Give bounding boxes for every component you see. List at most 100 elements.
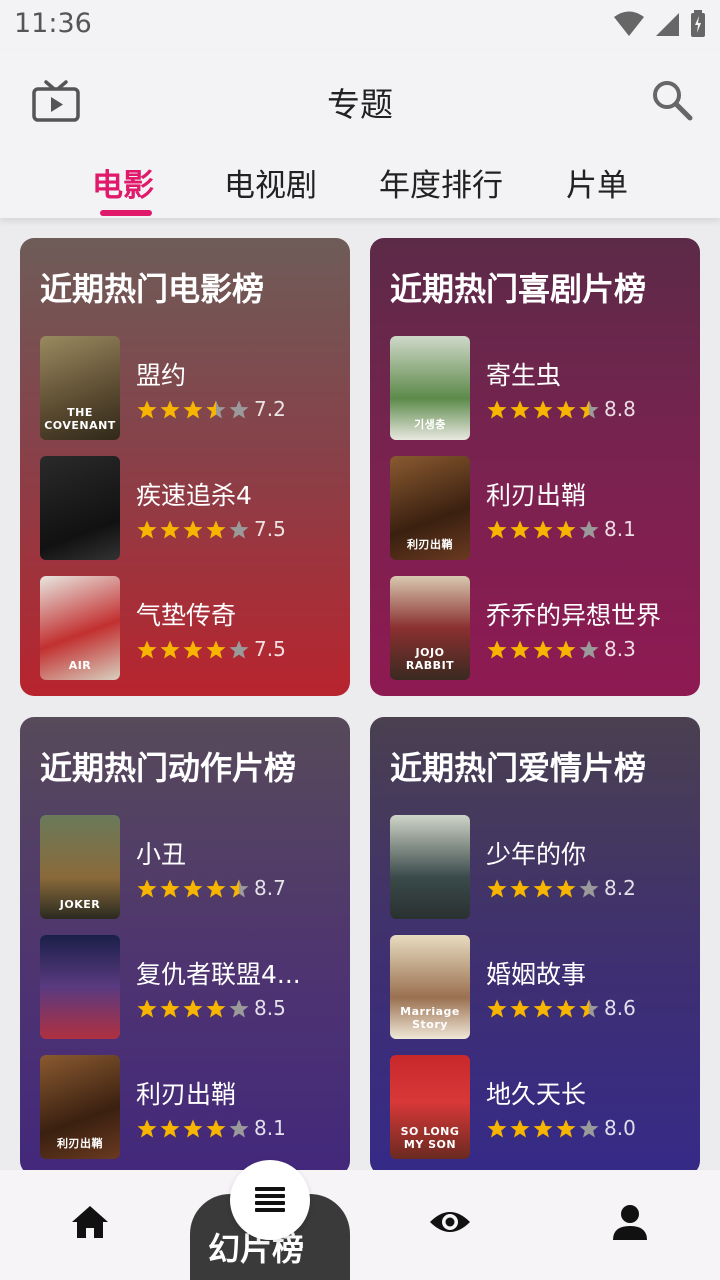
star-icon [510, 640, 530, 659]
star-icon [487, 1119, 507, 1138]
menu-button[interactable] [230, 1160, 310, 1240]
star-icon [229, 520, 249, 539]
search-button[interactable] [650, 78, 694, 122]
star-icon [487, 520, 507, 539]
status-bar: 11:36 [0, 0, 720, 50]
star-icon [487, 640, 507, 659]
movie-title: 寄生虫 [486, 361, 562, 390]
tab-bar: 电影 电视剧 年度排行 片单 [0, 154, 720, 218]
star-icon [183, 999, 203, 1018]
movie-item[interactable]: Marriage Story 婚姻故事 8.6 [390, 935, 690, 1039]
movie-item[interactable]: JOJO RABBIT 乔乔的异想世界 8.3 [390, 576, 690, 680]
movie-title: 乔乔的异想世界 [486, 601, 662, 630]
rating-score: 8.1 [604, 517, 636, 541]
movie-poster: 利刃出鞘 [40, 1055, 120, 1159]
star-rating [486, 399, 600, 421]
movie-item[interactable]: JOKER 小丑 8.7 [40, 815, 340, 919]
rating-score: 8.8 [604, 397, 636, 421]
movie-poster: AIR [40, 576, 120, 680]
ranking-card[interactable]: 近期热门动作片榜 JOKER 小丑 8.7 复仇者联盟4... 8.5 利刃出鞘 利刃出鞘 8… [20, 717, 350, 1175]
poster-title-art: SO LONG MY SON [400, 1125, 460, 1151]
rating-score: 8.0 [604, 1116, 636, 1140]
star-icon [556, 520, 576, 539]
movie-item[interactable]: 少年的你 8.2 [390, 815, 690, 919]
star-icon [579, 520, 599, 539]
movie-title: 疾速追杀4 [136, 481, 252, 510]
star-rating [136, 639, 250, 661]
star-icon [206, 879, 226, 898]
movie-poster: Marriage Story [390, 935, 470, 1039]
movie-item[interactable]: 复仇者联盟4... 8.5 [40, 935, 340, 1039]
star-icon [206, 999, 226, 1018]
movie-poster: 利刃出鞘 [390, 456, 470, 560]
star-icon [160, 640, 180, 659]
profile-button[interactable] [608, 1200, 652, 1244]
star-rating [486, 639, 600, 661]
star-icon [206, 520, 226, 539]
star-icon [533, 640, 553, 659]
star-icon [160, 1119, 180, 1138]
star-icon [183, 1119, 203, 1138]
star-rating [136, 998, 250, 1020]
tab-movie[interactable]: 电影 [92, 160, 154, 205]
rating-score: 8.7 [254, 876, 286, 900]
movie-item[interactable]: 利刃出鞘 利刃出鞘 8.1 [390, 456, 690, 560]
card-title: 近期热门爱情片榜 [390, 749, 647, 787]
rating-score: 7.2 [254, 397, 286, 421]
app-bar: 专题 电影 电视剧 年度排行 片单 [0, 50, 720, 218]
star-icon [579, 640, 599, 659]
poster-title-art: JOJO RABBIT [405, 646, 455, 672]
movie-poster: JOJO RABBIT [390, 576, 470, 680]
star-icon [487, 879, 507, 898]
movie-item[interactable]: AIR 气垫传奇 7.5 [40, 576, 340, 680]
star-icon [579, 999, 599, 1018]
star-icon [160, 400, 180, 419]
movie-item[interactable]: 기생충 寄生虫 8.8 [390, 336, 690, 440]
page-title: 专题 [327, 85, 393, 124]
star-rating [486, 998, 600, 1020]
star-icon [137, 999, 157, 1018]
star-rating [136, 399, 250, 421]
movie-item[interactable]: THE COVENANT 盟约 7.2 [40, 336, 340, 440]
star-icon [533, 520, 553, 539]
star-rating [486, 1118, 600, 1140]
star-icon [510, 400, 530, 419]
movie-poster [390, 815, 470, 919]
star-icon [487, 999, 507, 1018]
movie-item[interactable]: 疾速追杀4 7.5 [40, 456, 340, 560]
star-icon [229, 400, 249, 419]
home-button[interactable] [68, 1200, 112, 1244]
movie-poster: 기생충 [390, 336, 470, 440]
ranking-card[interactable]: 近期热门电影榜 THE COVENANT 盟约 7.2 疾速追杀4 7.5 AIR 气垫传奇… [20, 238, 350, 696]
movie-item[interactable]: SO LONG MY SON 地久天长 8.0 [390, 1055, 690, 1159]
ranking-card[interactable]: 近期热门喜剧片榜 기생충 寄生虫 8.8 利刃出鞘 利刃出鞘 8.1 JOJO RABBIT… [370, 238, 700, 696]
person-icon [613, 1205, 647, 1240]
star-icon [137, 400, 157, 419]
movie-title: 婚姻故事 [486, 960, 587, 989]
rating-score: 8.5 [254, 996, 286, 1020]
star-icon [556, 400, 576, 419]
movie-item[interactable]: 利刃出鞘 利刃出鞘 8.1 [40, 1055, 340, 1159]
search-icon [653, 81, 693, 121]
tab-tv-series[interactable]: 电视剧 [224, 160, 317, 205]
star-icon [510, 520, 530, 539]
movie-title: 利刃出鞘 [136, 1080, 237, 1109]
movie-poster: SO LONG MY SON [390, 1055, 470, 1159]
star-icon [229, 879, 249, 898]
star-icon [137, 520, 157, 539]
poster-title-art: AIR [68, 659, 92, 672]
star-icon [160, 520, 180, 539]
star-icon [229, 640, 249, 659]
tab-playlist[interactable]: 片单 [566, 160, 628, 205]
star-icon [556, 640, 576, 659]
star-icon [160, 999, 180, 1018]
star-rating [486, 519, 600, 541]
star-icon [229, 1119, 249, 1138]
poster-title-art: JOKER [59, 898, 101, 911]
ranking-card[interactable]: 近期热门爱情片榜 少年的你 8.2 Marriage Story 婚姻故事 8.6 SO … [370, 717, 700, 1175]
tab-annual-ranking[interactable]: 年度排行 [379, 160, 503, 205]
watch-button[interactable] [428, 1200, 472, 1244]
card-title: 近期热门喜剧片榜 [390, 270, 647, 308]
star-icon [206, 1119, 226, 1138]
star-icon [533, 400, 553, 419]
